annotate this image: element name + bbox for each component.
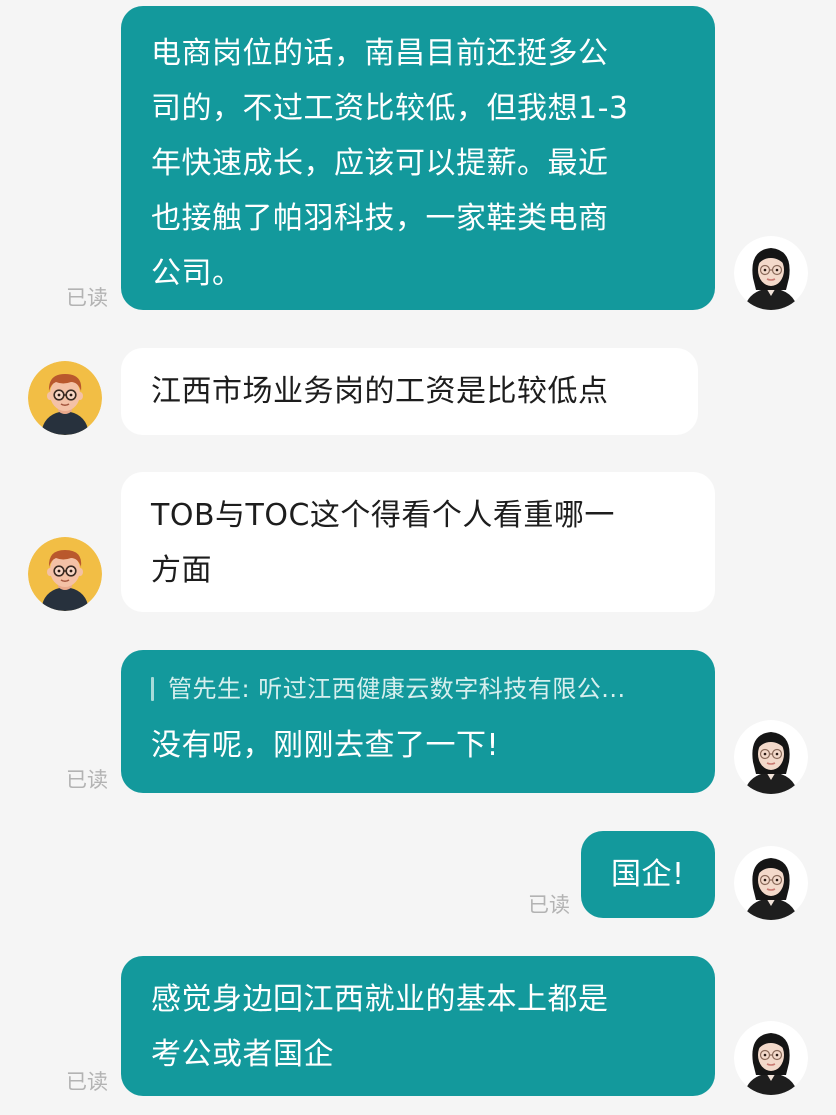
read-receipt: 已读 (66, 768, 108, 792)
message-bubble-outgoing[interactable]: 管先生: 听过江西健康云数字科技有限公... 没有呢，刚刚去查了一下! (121, 650, 715, 793)
message-bubble-incoming[interactable]: TOB与TOC这个得看个人看重哪一 方面 (121, 472, 715, 612)
avatar-woman-glasses-icon[interactable] (734, 1021, 808, 1095)
quoted-message-text: 管先生: 听过江西健康云数字科技有限公... (168, 675, 626, 703)
avatar-woman-glasses-icon[interactable] (734, 846, 808, 920)
avatar-woman-glasses-icon[interactable] (734, 236, 808, 310)
quote-bar (151, 677, 154, 701)
message-bubble-outgoing[interactable]: 国企! (581, 831, 715, 918)
message-text: 江西市场业务岗的工资是比较低点 (151, 374, 609, 409)
message-bubble-outgoing[interactable]: 电商岗位的话，南昌目前还挺多公 司的，不过工资比较低，但我想1-3 年快速成长，… (121, 6, 715, 310)
message-bubble-outgoing[interactable]: 感觉身边回江西就业的基本上都是 考公或者国企 (121, 956, 715, 1096)
avatar-man-glasses-cartoon-icon[interactable] (28, 361, 102, 435)
read-receipt: 已读 (66, 1070, 108, 1094)
message-text: 电商岗位的话，南昌目前还挺多公 司的，不过工资比较低，但我想1-3 年快速成长，… (151, 36, 629, 291)
message-text: TOB与TOC这个得看个人看重哪一 方面 (151, 498, 615, 588)
read-receipt: 已读 (66, 286, 108, 310)
message-text: 没有呢，刚刚去查了一下! (151, 728, 500, 763)
message-bubble-incoming[interactable]: 江西市场业务岗的工资是比较低点 (121, 348, 698, 435)
avatar-woman-glasses-icon[interactable] (734, 720, 808, 794)
quoted-message[interactable]: 管先生: 听过江西健康云数字科技有限公... (151, 672, 693, 706)
message-text: 感觉身边回江西就业的基本上都是 考公或者国企 (151, 982, 609, 1072)
avatar-man-glasses-cartoon-icon[interactable] (28, 537, 102, 611)
message-text: 国企! (611, 857, 685, 892)
read-receipt: 已读 (528, 893, 570, 917)
